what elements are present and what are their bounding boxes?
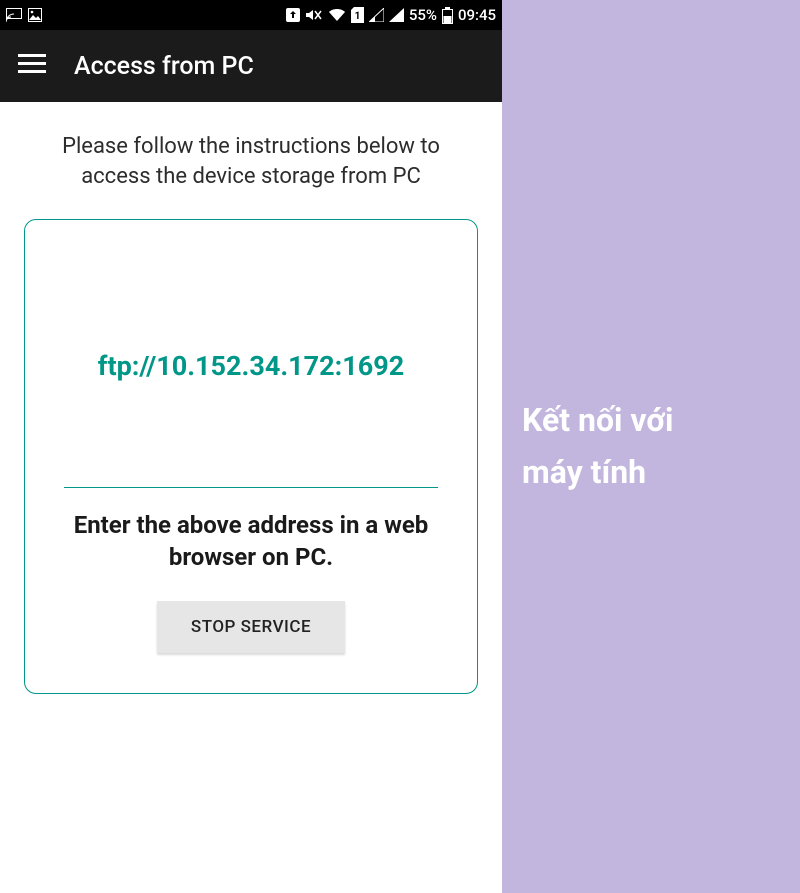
page-title: Access from PC bbox=[74, 52, 254, 81]
phone-screen: 1 55% 09:4 bbox=[0, 0, 502, 893]
stop-service-button[interactable]: STOP SERVICE bbox=[157, 601, 345, 653]
enter-address-text: Enter the above address in a web browser… bbox=[43, 510, 459, 600]
menu-icon[interactable] bbox=[18, 54, 46, 78]
signal-1-icon bbox=[369, 8, 384, 22]
update-icon bbox=[286, 8, 300, 22]
side-panel: Kết nối với máy tính bbox=[502, 0, 800, 893]
clock: 09:45 bbox=[458, 6, 496, 24]
status-left bbox=[6, 8, 42, 22]
instructions-text: Please follow the instructions below to … bbox=[24, 132, 478, 219]
battery-icon bbox=[442, 7, 453, 24]
battery-percent: 55% bbox=[409, 6, 437, 24]
ftp-address: ftp://10.152.34.172:1692 bbox=[98, 350, 404, 382]
divider bbox=[64, 487, 438, 488]
image-icon bbox=[28, 8, 42, 22]
app-bar: Access from PC bbox=[0, 30, 502, 102]
svg-text:1: 1 bbox=[354, 11, 360, 22]
side-caption: Kết nối với máy tính bbox=[522, 395, 673, 497]
status-right: 1 55% 09:4 bbox=[286, 6, 496, 24]
mute-icon bbox=[305, 8, 323, 22]
signal-2-icon bbox=[389, 8, 404, 22]
ftp-card: ftp://10.152.34.172:1692 Enter the above… bbox=[24, 219, 478, 693]
content-area: Please follow the instructions below to … bbox=[0, 102, 502, 893]
side-line1: Kết nối với bbox=[522, 401, 673, 439]
cast-icon bbox=[6, 8, 22, 22]
sim-1-icon: 1 bbox=[351, 7, 364, 23]
status-bar: 1 55% 09:4 bbox=[0, 0, 502, 30]
wifi-icon bbox=[328, 8, 346, 22]
side-line2: máy tính bbox=[522, 453, 646, 491]
